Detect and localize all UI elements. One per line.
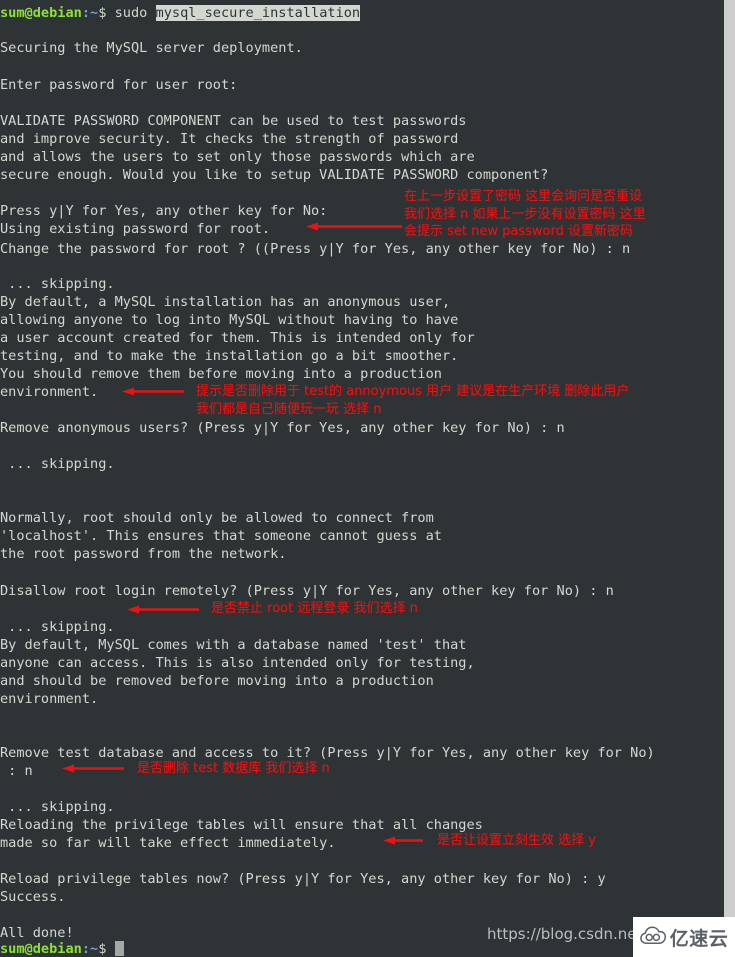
cloud-icon bbox=[639, 926, 666, 949]
terminal-line: anyone can access. This is also intended… bbox=[0, 655, 475, 671]
terminal-screenshot: ILJ. sum@debian:~$ sudo mysql_secure_ins… bbox=[0, 0, 735, 957]
terminal-line: Remove anonymous users? (Press y|Y for Y… bbox=[0, 420, 565, 436]
sudo-keyword: sudo bbox=[114, 5, 156, 21]
terminal-line: VALIDATE PASSWORD COMPONENT can be used … bbox=[0, 113, 467, 129]
terminal-line: secure enough. Would you like to setup V… bbox=[0, 167, 549, 183]
watermark-url: https://blog.csdn.net/ bbox=[487, 925, 648, 943]
arrow-left-icon bbox=[127, 604, 199, 615]
terminal-line: Enter password for user root: bbox=[0, 77, 238, 93]
terminal-line: ... skipping. bbox=[0, 619, 115, 635]
terminal-line: the root password from the network. bbox=[0, 546, 287, 562]
scrollbar[interactable] bbox=[724, 0, 735, 957]
terminal-line: and should be removed before moving into… bbox=[0, 673, 434, 689]
terminal-line: Reloading the privilege tables will ensu… bbox=[0, 817, 483, 833]
terminal-line: You should remove them before moving int… bbox=[0, 366, 442, 382]
annotation-root-remote: 是否禁止 root 远程登录 我们选择 n bbox=[211, 601, 418, 616]
prompt-path: :~ bbox=[81, 5, 99, 21]
terminal-line: Success. bbox=[0, 889, 66, 905]
terminal-line: All done! bbox=[0, 925, 74, 941]
terminal-window[interactable]: ILJ. sum@debian:~$ sudo mysql_secure_ins… bbox=[0, 0, 724, 957]
text-cursor bbox=[114, 941, 124, 956]
logo-text: 亿速云 bbox=[669, 927, 729, 950]
prompt-line-final[interactable]: sum@debian:~$ bbox=[0, 941, 124, 957]
annotation-validate-password: 在上一步设置了密码 这里会询问是否重设 我们选择 n 如果上一步没有设置密码 这… bbox=[404, 189, 646, 239]
annotation-reload-privileges: 是否让设置立刻生效 选择 y bbox=[437, 833, 596, 848]
prompt-user-host: sum@debian bbox=[0, 5, 82, 21]
terminal-line-clipped-top: ILJ. bbox=[0, 0, 82, 1]
annotation-test-db: 是否删除 test 数据库 我们选择 n bbox=[137, 761, 330, 776]
prompt-line[interactable]: sum@debian:~$ sudo mysql_secure_installa… bbox=[0, 5, 361, 22]
arrow-left-icon bbox=[383, 835, 423, 846]
arrow-left-icon bbox=[62, 763, 124, 774]
terminal-line: ... skipping. bbox=[0, 456, 115, 472]
terminal-line: Press y|Y for Yes, any other key for No: bbox=[0, 203, 328, 219]
terminal-line: ... skipping. bbox=[0, 799, 115, 815]
command-text[interactable]: mysql_secure_installation bbox=[155, 5, 361, 21]
terminal-line: made so far will take effect immediately… bbox=[0, 835, 336, 851]
terminal-line: testing, and to make the installation go… bbox=[0, 348, 459, 364]
terminal-line: environment. bbox=[0, 384, 99, 400]
terminal-line: By default, a MySQL installation has an … bbox=[0, 294, 451, 310]
prompt-user-host: sum@debian bbox=[0, 941, 82, 957]
terminal-line: Securing the MySQL server deployment. bbox=[0, 40, 303, 56]
terminal-line: Reload privilege tables now? (Press y|Y … bbox=[0, 871, 606, 887]
terminal-line: : n bbox=[0, 763, 33, 779]
arrow-left-icon bbox=[122, 386, 184, 397]
prompt-symbol: $ bbox=[98, 5, 115, 21]
terminal-line: allowing anyone to log into MySQL withou… bbox=[0, 312, 459, 328]
terminal-line: and allows the users to set only those p… bbox=[0, 149, 475, 165]
arrow-left-icon bbox=[306, 221, 402, 232]
terminal-line: environment. bbox=[0, 691, 99, 707]
annotation-anonymous-user: 提示是否删除用于 test的 annoymous 用户 建议是在生产环境 删除此… bbox=[196, 384, 630, 417]
terminal-line: By default, MySQL comes with a database … bbox=[0, 637, 467, 653]
terminal-line: Normally, root should only be allowed to… bbox=[0, 510, 434, 526]
terminal-line: 'localhost'. This ensures that someone c… bbox=[0, 528, 442, 544]
terminal-line: and improve security. It checks the stre… bbox=[0, 131, 459, 147]
site-logo-badge: 亿速云 bbox=[633, 917, 735, 957]
terminal-line: Disallow root login remotely? (Press y|Y… bbox=[0, 583, 614, 599]
terminal-line: Change the password for root ? ((Press y… bbox=[0, 241, 631, 257]
prompt-symbol: $ bbox=[98, 941, 115, 957]
terminal-line: a user account created for them. This is… bbox=[0, 330, 475, 346]
prompt-path: :~ bbox=[81, 941, 99, 957]
terminal-line: ... skipping. bbox=[0, 276, 115, 292]
terminal-line: Using existing password for root. bbox=[0, 221, 271, 237]
